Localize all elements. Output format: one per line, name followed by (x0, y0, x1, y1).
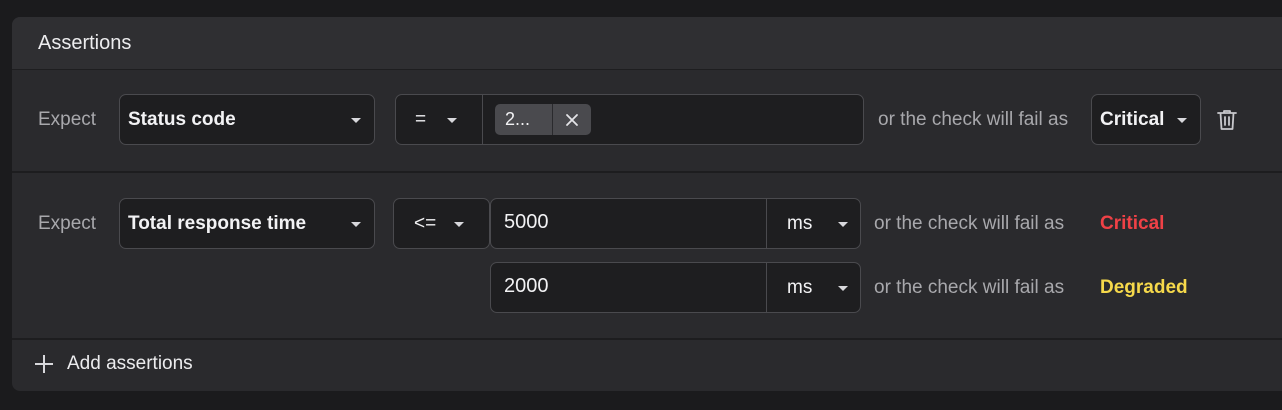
chevron-down-icon (447, 117, 457, 123)
row-divider (12, 338, 1282, 340)
operator-select[interactable]: <= (393, 198, 490, 249)
chevron-down-icon (838, 221, 848, 227)
unit-select[interactable]: ms (767, 263, 860, 312)
severity-degraded: Degraded (1100, 277, 1188, 298)
property-select-response-time[interactable]: Total response time (119, 198, 375, 249)
critical-threshold-group: 5000 ms (490, 198, 861, 249)
operator-select[interactable]: = (396, 95, 482, 144)
unit-value: ms (787, 276, 813, 298)
assertions-panel: Assertions Expect Status code = 2... or … (12, 17, 1282, 391)
operator-value: = (415, 108, 427, 130)
panel-header: Assertions (12, 17, 1282, 70)
add-assertions-label: Add assertions (67, 353, 193, 374)
chip-label: 2... (505, 109, 531, 129)
degraded-threshold-group: 2000 ms (490, 262, 861, 313)
chevron-down-icon (1177, 117, 1187, 123)
threshold-value: 5000 (504, 211, 549, 233)
comparison-group: = 2... (395, 94, 864, 145)
unit-select[interactable]: ms (767, 199, 860, 248)
severity-select[interactable]: Critical (1091, 94, 1201, 145)
threshold-value: 2000 (504, 275, 549, 297)
plus-icon (34, 354, 54, 374)
critical-threshold-input[interactable]: 5000 (491, 199, 766, 248)
trash-icon[interactable] (1216, 108, 1238, 137)
property-value: Total response time (128, 212, 307, 234)
panel-title: Assertions (38, 32, 132, 54)
property-value: Status code (128, 108, 236, 130)
severity-critical: Critical (1100, 213, 1165, 234)
chevron-down-icon (351, 221, 361, 227)
status-code-values-input[interactable]: 2... (482, 95, 863, 144)
chevron-down-icon (351, 117, 361, 123)
fail-text: or the check will fail as (878, 109, 1069, 130)
expect-label: Expect (38, 109, 97, 130)
fail-text: or the check will fail as (874, 213, 1065, 234)
add-assertions-button[interactable]: Add assertions (34, 353, 193, 375)
chevron-down-icon (454, 221, 464, 227)
severity-value: Critical (1100, 108, 1165, 130)
value-chip: 2... (495, 104, 591, 135)
operator-value: <= (414, 212, 437, 234)
close-icon[interactable] (552, 104, 591, 135)
unit-value: ms (787, 212, 813, 234)
degraded-threshold-input[interactable]: 2000 (491, 263, 766, 312)
fail-text: or the check will fail as (874, 277, 1065, 298)
expect-label: Expect (38, 213, 97, 234)
chevron-down-icon (838, 285, 848, 291)
row-divider (12, 171, 1282, 173)
property-select-status-code[interactable]: Status code (119, 94, 375, 145)
